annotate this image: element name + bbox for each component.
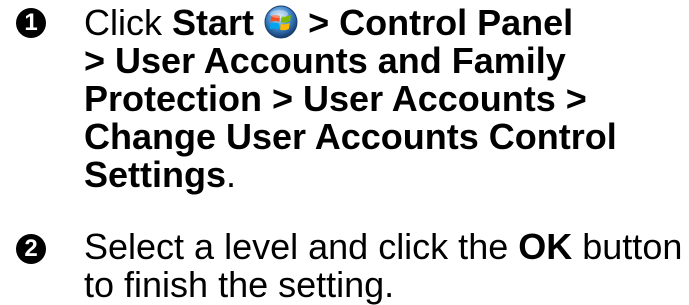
ok-button-label: OK	[518, 226, 573, 267]
step-1-text: Click Start > Control Panel > User Accou…	[84, 4, 683, 194]
step-2-text: Select a level and click the OK button t…	[84, 228, 683, 304]
breadcrumb-line-3: Protection > User Accounts >	[84, 78, 587, 119]
breadcrumb-line-5: Settings	[84, 154, 227, 195]
click-word: Click	[84, 2, 162, 43]
step-1-line-5: Settings.	[84, 156, 683, 194]
step-number-2: 2	[16, 234, 46, 264]
breadcrumb-line-1: > Control Panel	[308, 2, 574, 43]
end-punctuation: .	[226, 154, 237, 195]
step-2-line-1: Select a level and click the OK button	[84, 228, 683, 266]
breadcrumb-line-2: > User Accounts and Family	[84, 40, 566, 81]
breadcrumb-line-4: Change User Accounts Control	[84, 116, 617, 157]
step-2-line-2: to finish the setting.	[84, 264, 395, 305]
start-label: Start	[172, 2, 255, 43]
step-2-text-before: Select a level and click the	[84, 226, 509, 267]
windows-start-orb-icon	[264, 5, 298, 39]
step-1-line-1: Click Start > Control Panel	[84, 4, 683, 42]
step-number-1: 1	[16, 8, 46, 38]
step-2-text-after: button	[582, 226, 683, 267]
